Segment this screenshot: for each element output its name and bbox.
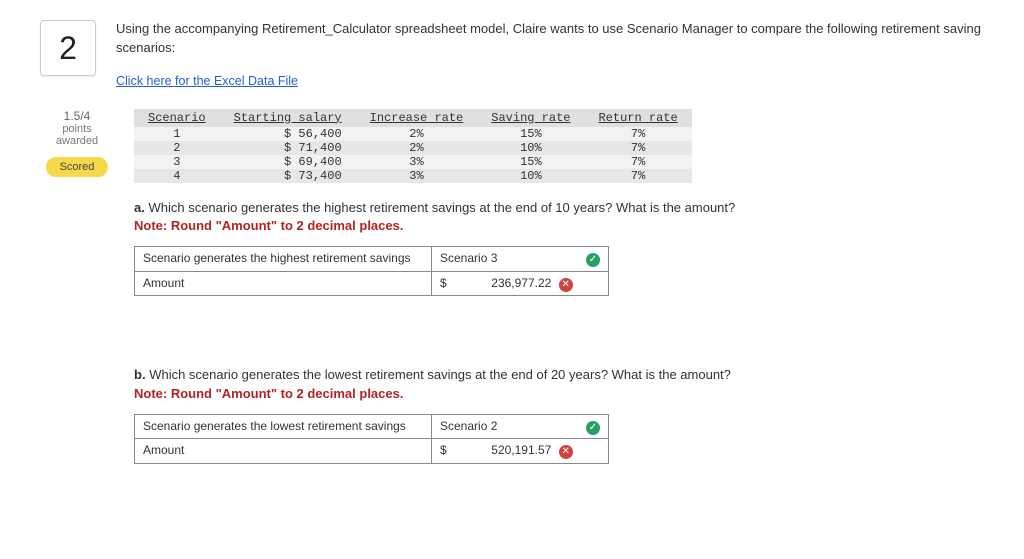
check-icon: ✓ bbox=[586, 253, 600, 267]
table-row: 3 $ 69,400 3% 15% 7% bbox=[134, 155, 692, 169]
cross-icon: ✕ bbox=[559, 445, 573, 459]
answer-table-a: Scenario generates the highest retiremen… bbox=[134, 246, 609, 296]
answer-b-amount-cell[interactable]: $ 520,191.57 ✕ bbox=[432, 439, 609, 464]
part-b-note: Note: Round "Amount" to 2 decimal places… bbox=[134, 386, 403, 401]
col-return-rate: Return rate bbox=[584, 109, 691, 127]
col-scenario: Scenario bbox=[134, 109, 220, 127]
answer-a-desc1: Scenario generates the highest retiremen… bbox=[135, 247, 432, 271]
excel-data-link[interactable]: Click here for the Excel Data File bbox=[116, 72, 298, 90]
scored-badge: Scored bbox=[46, 157, 109, 177]
col-starting-salary: Starting salary bbox=[220, 109, 356, 127]
question-intro: Using the accompanying Retirement_Calcul… bbox=[116, 20, 984, 91]
answer-b-scenario-cell[interactable]: Scenario 2 ✓ bbox=[432, 414, 609, 438]
table-row: 4 $ 73,400 3% 10% 7% bbox=[134, 169, 692, 183]
part-a-text: Which scenario generates the highest ret… bbox=[148, 200, 735, 215]
answer-a-amount-cell[interactable]: $ 236,977.22 ✕ bbox=[432, 271, 609, 296]
col-increase-rate: Increase rate bbox=[356, 109, 478, 127]
answer-a-scenario-cell[interactable]: Scenario 3 ✓ bbox=[432, 247, 609, 271]
cross-icon: ✕ bbox=[559, 278, 573, 292]
part-b-label: b. bbox=[134, 367, 146, 382]
col-saving-rate: Saving rate bbox=[477, 109, 584, 127]
answer-b-desc2: Amount bbox=[135, 439, 432, 464]
question-number-box: 2 bbox=[40, 20, 96, 76]
answer-a-desc2: Amount bbox=[135, 271, 432, 296]
part-a-label: a. bbox=[134, 200, 145, 215]
scenario-data-table: Scenario Starting salary Increase rate S… bbox=[134, 109, 692, 183]
points-label: points awarded bbox=[40, 123, 114, 147]
question-part-a: a. Which scenario generates the highest … bbox=[134, 199, 984, 297]
points-value: 1.5/4 bbox=[40, 109, 114, 123]
check-icon: ✓ bbox=[586, 421, 600, 435]
part-a-note: Note: Round "Amount" to 2 decimal places… bbox=[134, 218, 403, 233]
question-number: 2 bbox=[59, 30, 77, 67]
question-part-b: b. Which scenario generates the lowest r… bbox=[134, 366, 984, 464]
points-sidebar: 1.5/4 points awarded Scored bbox=[40, 109, 114, 177]
answer-b-desc1: Scenario generates the lowest retirement… bbox=[135, 414, 432, 438]
part-b-text: Which scenario generates the lowest reti… bbox=[149, 367, 731, 382]
table-row: 1 $ 56,400 2% 15% 7% bbox=[134, 127, 692, 141]
answer-table-b: Scenario generates the lowest retirement… bbox=[134, 414, 609, 464]
table-row: 2 $ 71,400 2% 10% 7% bbox=[134, 141, 692, 155]
